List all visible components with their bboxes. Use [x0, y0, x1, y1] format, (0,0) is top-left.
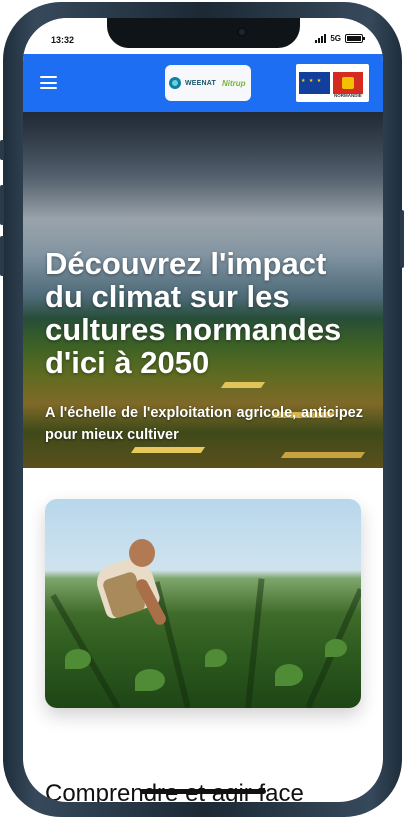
eu-flag-icon: [299, 72, 330, 94]
status-time: 13:32: [51, 35, 75, 45]
farmer-head: [129, 539, 155, 567]
field-stripe: [280, 452, 366, 458]
signal-icon: [315, 34, 327, 43]
hero-subtitle: A l'échelle de l'exploitation agricole, …: [45, 405, 363, 443]
farmer-figure: [85, 539, 169, 627]
partner-logos[interactable]: WEENAT Nitrup: [165, 65, 251, 101]
status-bar: 13:32 5G: [23, 18, 383, 54]
funder-logos: NORMANDIE: [296, 64, 369, 102]
side-button-left-1: [0, 140, 4, 160]
battery-icon: [345, 34, 365, 43]
leaf: [205, 649, 227, 667]
notch: [107, 18, 300, 48]
field-stripe: [220, 382, 266, 388]
hero-title: Découvrez l'impact du climat sur les cul…: [45, 246, 342, 380]
leaf: [275, 664, 303, 686]
leaf: [65, 649, 91, 669]
normandie-label: NORMANDIE: [334, 93, 362, 98]
nitrup-logo-text: Nitrup: [222, 78, 246, 88]
weenat-logo-text: WEENAT: [185, 79, 217, 87]
network-label: 5G: [330, 34, 341, 43]
app-header: WEENAT Nitrup NORMANDIE: [23, 54, 383, 112]
screen: 13:32 5G WEENAT Nitrup NORMANDIE: [23, 18, 383, 802]
camera-icon: [237, 27, 247, 37]
field-stripe: [130, 447, 206, 453]
side-button-right: [400, 210, 404, 268]
farmer-photo: [45, 499, 361, 708]
hero-banner: Découvrez l'impact du climat sur les cul…: [23, 112, 383, 468]
hamburger-menu-icon[interactable]: [40, 76, 57, 89]
status-indicators: 5G: [315, 34, 365, 43]
leaf: [325, 639, 347, 657]
crop-row: [245, 578, 265, 708]
side-button-left-3: [0, 236, 4, 276]
weenat-logo-icon: [169, 77, 181, 89]
side-button-left-2: [0, 185, 4, 225]
home-indicator: [140, 789, 266, 794]
normandie-flag-icon: [333, 72, 363, 94]
leaf: [135, 669, 165, 691]
